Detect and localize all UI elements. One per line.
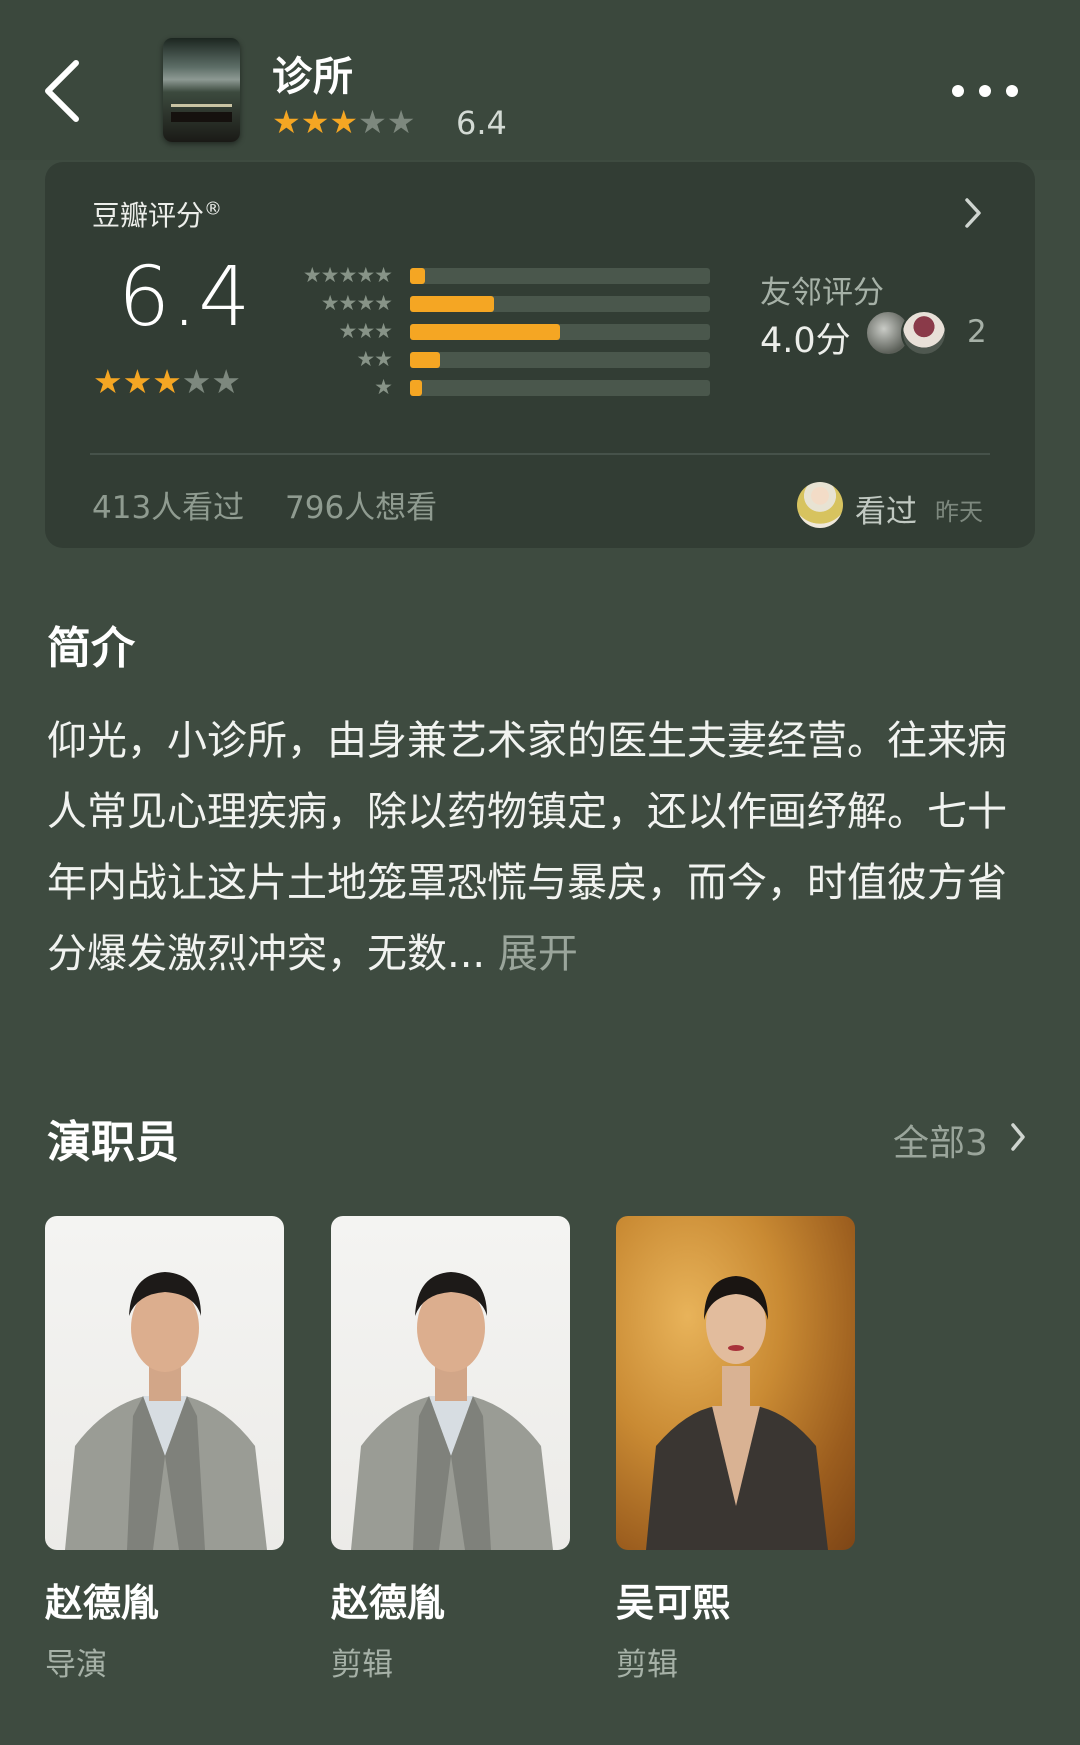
expand-synopsis-link[interactable]: 展开 <box>498 931 578 977</box>
chevron-left-icon <box>45 60 79 122</box>
distribution-bar-track <box>410 380 710 396</box>
distribution-bar-track <box>410 268 710 284</box>
distribution-bar-fill <box>410 268 425 284</box>
cast-name: 赵德胤 <box>331 1581 446 1625</box>
rating-stars: ★★★★★ <box>93 362 241 402</box>
star-filled-icon: ★ <box>152 362 182 401</box>
synopsis-text: 仰光，小诊所，由身兼艺术家的医生夫妻经营。往来病人常见心理疾病，除以药物镇定，还… <box>47 706 1037 990</box>
cast-heading: 演职员 <box>47 1117 179 1168</box>
cast-role: 剪辑 <box>616 1647 678 1683</box>
movie-poster-thumbnail[interactable] <box>163 38 240 142</box>
distribution-star-label: ★ <box>374 375 393 399</box>
star-empty-icon: ★ <box>181 362 212 401</box>
distribution-bar-fill <box>410 380 422 396</box>
page-title: 诊所 <box>272 54 354 100</box>
distribution-star-label: ★★★★ <box>320 291 393 315</box>
see-all-chevron[interactable] <box>1009 1121 1027 1153</box>
distribution-bar-track <box>410 296 710 312</box>
cast-card[interactable]: 赵德胤 剪辑 <box>331 1216 570 1684</box>
distribution-row: ★★★★★ <box>290 262 710 290</box>
see-all-cast-link[interactable]: 全部3 <box>893 1114 988 1166</box>
chevron-right-icon <box>965 198 981 228</box>
rating-distribution: ★★★★★ ★★★★ ★★★ ★★ ★ <box>290 262 710 402</box>
distribution-star-label: ★★ <box>356 347 393 371</box>
star-filled-icon: ★ <box>329 103 359 141</box>
distribution-bar-fill <box>410 296 494 312</box>
cast-card[interactable]: 赵德胤 导演 <box>45 1216 284 1684</box>
my-watch-time: 昨天 <box>935 498 983 526</box>
cast-name: 赵德胤 <box>45 1581 160 1625</box>
rating-score: 6.4 <box>118 250 252 345</box>
star-filled-icon: ★ <box>300 103 330 141</box>
more-dot-icon <box>1006 85 1018 97</box>
distribution-row: ★★★★ <box>290 290 710 318</box>
friends-rating-label: 友邻评分 <box>760 275 884 311</box>
top-bar: 诊所 ★★★★★ 6.4 <box>0 0 1080 160</box>
back-button[interactable] <box>38 55 88 127</box>
distribution-row: ★★ <box>290 346 710 374</box>
distribution-row: ★★★ <box>290 318 710 346</box>
distribution-row: ★ <box>290 374 710 402</box>
cast-card[interactable]: 吴可熙 剪辑 <box>616 1216 855 1684</box>
cast-photo <box>45 1216 284 1550</box>
star-empty-icon: ★ <box>211 362 241 401</box>
distribution-bar-fill <box>410 324 560 340</box>
header-star-rating: ★★★★★ <box>272 102 415 142</box>
rating-source-label: 豆瓣评分 <box>92 199 205 232</box>
cast-photo <box>616 1216 855 1550</box>
synopsis-heading: 简介 <box>47 623 135 674</box>
cast-role: 剪辑 <box>331 1647 393 1683</box>
star-filled-icon: ★ <box>122 362 153 401</box>
cast-name: 吴可熙 <box>616 1581 731 1625</box>
distribution-star-label: ★★★★★ <box>302 263 393 287</box>
star-filled-icon: ★ <box>272 103 301 141</box>
distribution-star-label: ★★★ <box>338 319 393 343</box>
more-options-button[interactable] <box>952 80 1018 100</box>
distribution-bar-track <box>410 324 710 340</box>
star-empty-icon: ★ <box>358 103 387 141</box>
star-filled-icon: ★ <box>93 362 123 401</box>
star-empty-icon: ★ <box>386 103 416 141</box>
rating-card[interactable]: 豆瓣评分® 6.4 ★★★★★ ★★★★★ ★★★★ ★★★ ★★ ★ 友邻评分 4.0… <box>45 162 1035 548</box>
seen-count[interactable]: 413人看过 <box>92 482 244 527</box>
distribution-bar-track <box>410 352 710 368</box>
avatar <box>901 310 947 356</box>
my-watch-status[interactable]: 看过 <box>855 486 917 531</box>
friends-avatars[interactable] <box>865 310 955 356</box>
chevron-right-icon <box>1011 1123 1025 1151</box>
more-dot-icon <box>952 85 964 97</box>
distribution-bar-fill <box>410 352 440 368</box>
registered-mark: ® <box>204 198 223 220</box>
header-score: 6.4 <box>456 104 507 142</box>
more-dot-icon <box>979 85 991 97</box>
want-count[interactable]: 796人想看 <box>285 482 437 527</box>
cast-role: 导演 <box>45 1647 107 1683</box>
cast-photo <box>331 1216 570 1550</box>
rating-detail-button[interactable] <box>962 194 984 232</box>
friends-rating-score: 4.0分 <box>760 321 851 361</box>
divider <box>90 453 990 455</box>
my-avatar <box>797 482 843 528</box>
rating-card-title: 豆瓣评分® <box>92 194 222 234</box>
friends-count: 2 <box>967 314 987 350</box>
